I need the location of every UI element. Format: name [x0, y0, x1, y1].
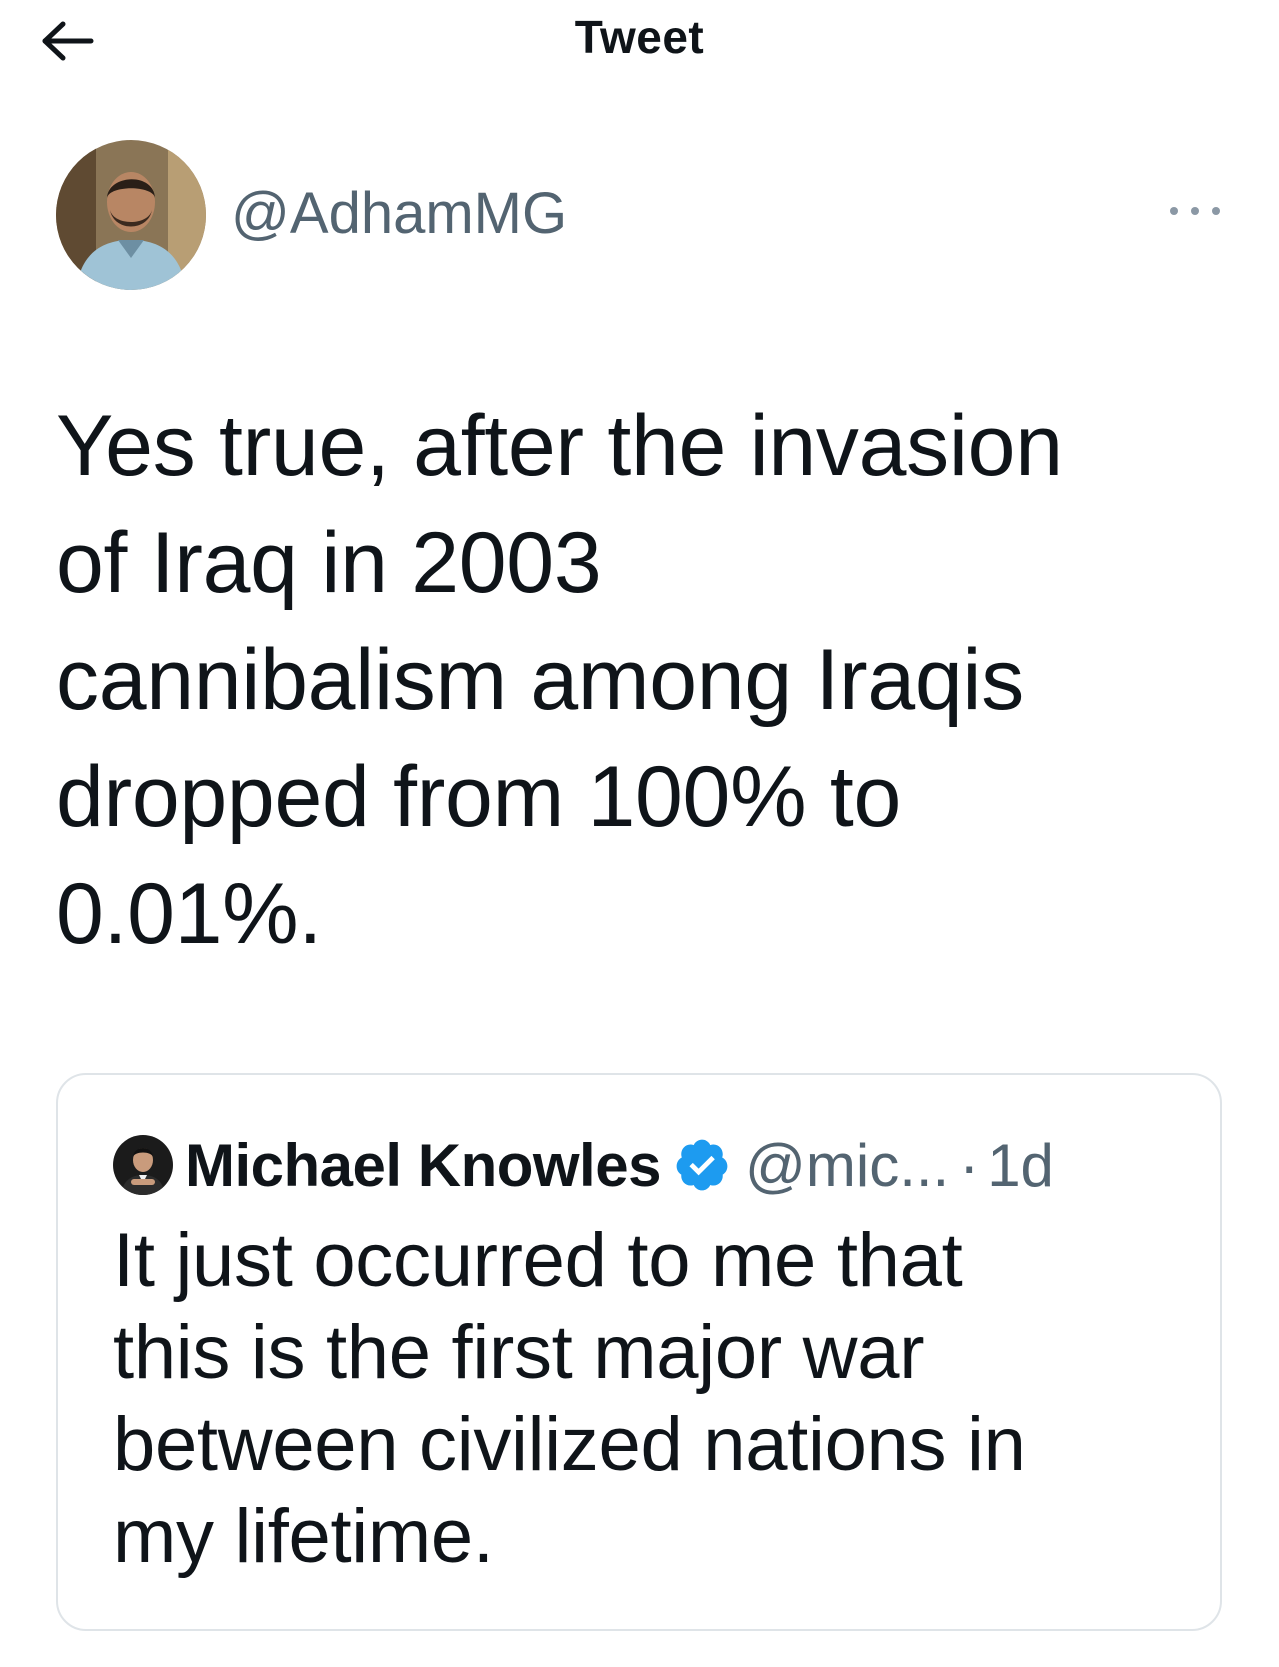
user-avatar-icon [56, 140, 206, 290]
author-handle[interactable]: @AdhamMG [231, 180, 567, 247]
verified-badge-icon [676, 1139, 728, 1191]
more-dots-icon [1212, 207, 1220, 215]
quoted-tweet-time: 1d [987, 1131, 1054, 1199]
top-bar: Tweet [0, 0, 1279, 80]
author-avatar[interactable] [56, 140, 206, 290]
quoted-tweet-card[interactable]: Michael Knowles @mic... · 1d It just occ… [56, 1073, 1222, 1631]
quoted-author-avatar [113, 1135, 173, 1195]
quoted-tweet-header: Michael Knowles @mic... · 1d [113, 1130, 1054, 1200]
separator-dot: · [959, 1131, 980, 1199]
quoted-author-handle: @mic... [744, 1131, 950, 1199]
tweet-text: Yes true, after the invasion of Iraq in … [56, 398, 1063, 962]
quoted-tweet-text: It just occurred to me that this is the … [113, 1218, 1026, 1579]
page-title: Tweet [574, 11, 705, 63]
tweet-author-row: @AdhamMG [56, 140, 1226, 290]
more-dots-icon [1191, 207, 1199, 215]
quoted-author-name: Michael Knowles [185, 1131, 661, 1199]
more-dots-icon [1170, 207, 1178, 215]
more-options-button[interactable] [1170, 196, 1220, 226]
user-avatar-icon [113, 1135, 173, 1195]
